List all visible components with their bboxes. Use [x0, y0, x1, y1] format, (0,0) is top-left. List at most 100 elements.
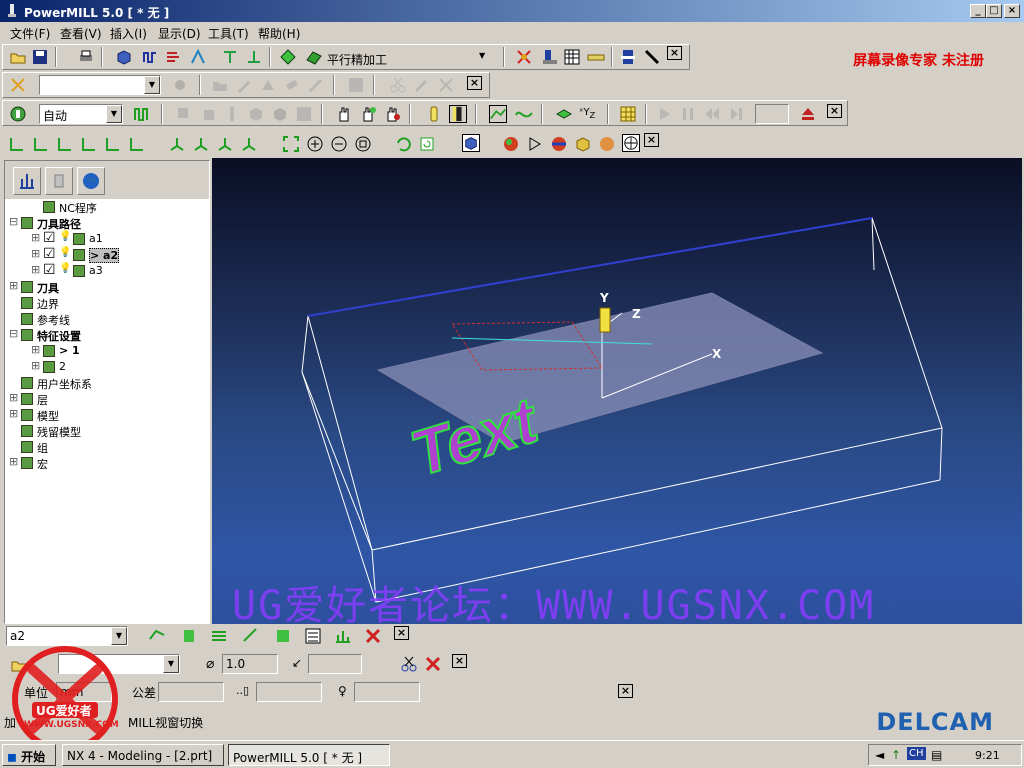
calculator-icon[interactable]	[563, 48, 581, 66]
printer-tray-icon[interactable]: ▤	[931, 748, 942, 762]
minimize-button[interactable]: _	[970, 4, 986, 18]
workplane-icon[interactable]	[555, 105, 573, 123]
delete-icon[interactable]	[364, 627, 382, 645]
tree-item[interactable]: ⊞ 2	[5, 359, 209, 375]
network-icon[interactable]: ↑	[891, 748, 901, 762]
step-count-field[interactable]	[755, 104, 789, 124]
toolpath-select[interactable]: a2 ▼	[6, 626, 128, 646]
lightbulb-icon[interactable]: 💡	[59, 263, 71, 274]
iso-view-1-icon[interactable]	[168, 135, 186, 153]
tree-item[interactable]: 边界	[5, 295, 209, 311]
tool-database-icon[interactable]	[541, 48, 559, 66]
iso-view-2-icon[interactable]	[192, 135, 210, 153]
stepover-field[interactable]	[354, 682, 420, 702]
toolpath-reorder-icon[interactable]	[274, 627, 292, 645]
tree-item[interactable]: 用户坐标系	[5, 375, 209, 391]
simulation-on-icon[interactable]	[9, 105, 27, 123]
toolpath-curve-icon[interactable]	[515, 105, 533, 123]
chevron-down-icon[interactable]: ▼	[163, 655, 179, 673]
tree-item[interactable]: ⊟ 刀具路径	[5, 215, 209, 231]
tool-shank-icon[interactable]	[449, 105, 467, 123]
toolbar-close-button[interactable]: ×	[827, 104, 842, 118]
print-icon[interactable]	[77, 48, 95, 66]
ruler-icon[interactable]	[587, 48, 605, 66]
menu-tools[interactable]: 工具(T)	[208, 25, 249, 42]
clock[interactable]: 9:21	[975, 749, 1000, 762]
material-icon[interactable]	[574, 135, 592, 153]
chevron-down-icon[interactable]: ▼	[106, 105, 122, 123]
step-icon[interactable]	[133, 105, 151, 123]
calculate-icon[interactable]	[515, 48, 533, 66]
tree-item[interactable]: 残留模型	[5, 423, 209, 439]
scissors-icon[interactable]	[400, 655, 418, 673]
transparency-icon[interactable]	[526, 135, 544, 153]
visibility-checkbox[interactable]: ☑	[43, 262, 56, 278]
visibility-checkbox[interactable]: ☑	[43, 246, 56, 262]
visibility-checkbox[interactable]: ☑	[43, 230, 56, 246]
undo-view-icon[interactable]	[394, 135, 412, 153]
view-minus-z-icon[interactable]	[128, 135, 146, 153]
shaded-model-icon[interactable]	[502, 135, 520, 153]
tree-item[interactable]: ⊞ 刀具	[5, 279, 209, 295]
tree-item[interactable]: ⊞ ☑ 💡 > a2	[5, 246, 209, 263]
collision-icon[interactable]	[359, 105, 377, 123]
menu-file[interactable]: 文件(F)	[10, 25, 50, 42]
lightbulb-icon[interactable]: 💡	[59, 231, 71, 242]
post-process-icon[interactable]	[619, 48, 637, 66]
shaded-block-icon[interactable]	[462, 134, 480, 152]
expand-icon[interactable]: ⊞	[31, 343, 40, 356]
diameter-field[interactable]: 1.0	[222, 654, 278, 674]
speaker-icon[interactable]: ◄	[875, 748, 884, 762]
toolbar-close-button[interactable]: ×	[667, 46, 682, 60]
xyz-icon[interactable]: ˣYZ	[579, 107, 595, 120]
expand-icon[interactable]: ⊞	[31, 263, 40, 276]
chevron-down-icon[interactable]: ▼	[111, 627, 127, 645]
toolpath-line-icon[interactable]	[489, 105, 507, 123]
explorer-tab-web[interactable]	[77, 167, 105, 195]
view-y-icon[interactable]	[32, 135, 50, 153]
toolbar-close-button[interactable]: ×	[644, 133, 659, 147]
expand-icon[interactable]: ⊞	[9, 455, 18, 468]
tree-item[interactable]: ⊞ 模型	[5, 407, 209, 423]
expand-icon[interactable]: ⊞	[9, 407, 18, 420]
tree-item[interactable]: 组	[5, 439, 209, 455]
open-folder-icon[interactable]	[9, 48, 27, 66]
rapid-move-icon[interactable]	[141, 48, 159, 66]
leads-links-icon[interactable]	[189, 48, 207, 66]
tree-item[interactable]: 参考线	[5, 311, 209, 327]
view-z-icon[interactable]	[56, 135, 74, 153]
zoom-out-icon[interactable]	[330, 135, 348, 153]
view-minus-y-icon[interactable]	[104, 135, 122, 153]
menu-help[interactable]: 帮助(H)	[258, 25, 300, 42]
title-bar[interactable]: PowerMILL 5.0 [ * 无 ] _ □ ×	[0, 0, 1024, 22]
ime-indicator[interactable]: CH	[907, 747, 926, 760]
angle-field[interactable]	[308, 654, 362, 674]
mode-select[interactable]: 自动 ▼	[39, 104, 123, 124]
feeds-speeds-icon[interactable]	[165, 48, 183, 66]
wireframe-globe-icon[interactable]	[622, 134, 640, 152]
toolpath-edit-icon[interactable]	[242, 627, 260, 645]
tool-holder-icon[interactable]	[425, 105, 443, 123]
toolbar-close-button[interactable]: ×	[618, 684, 633, 698]
toolpath-activate-icon[interactable]	[148, 627, 166, 645]
fit-view-icon[interactable]	[282, 135, 300, 153]
iso-view-4-icon[interactable]	[240, 135, 258, 153]
toolpath-link-icon[interactable]	[210, 627, 228, 645]
strategy-label[interactable]: 平行精加工	[327, 51, 387, 68]
save-icon[interactable]	[31, 48, 49, 66]
tree-item[interactable]: ⊟ 特征设置	[5, 327, 209, 343]
toolpath-copy-icon[interactable]	[180, 627, 198, 645]
zoom-box-icon[interactable]	[354, 135, 372, 153]
expand-icon[interactable]: ⊞	[31, 247, 40, 260]
toolpath-stats-icon[interactable]	[334, 627, 352, 645]
graphics-viewport[interactable]: Text Y Z X UG爱好者论坛：WWW.UGSNX.COM	[212, 158, 1022, 624]
model-select[interactable]: ▼	[39, 75, 161, 95]
multicolor-icon[interactable]	[550, 135, 568, 153]
chevron-down-icon[interactable]: ▼	[144, 76, 160, 94]
expand-icon[interactable]: ⊞	[31, 359, 40, 372]
thickness-field[interactable]	[256, 682, 322, 702]
lightbulb-icon[interactable]: 💡	[59, 247, 71, 258]
hand-icon[interactable]	[335, 105, 353, 123]
toolbar-close-button[interactable]: ×	[467, 76, 482, 90]
start-point-icon[interactable]	[221, 48, 239, 66]
